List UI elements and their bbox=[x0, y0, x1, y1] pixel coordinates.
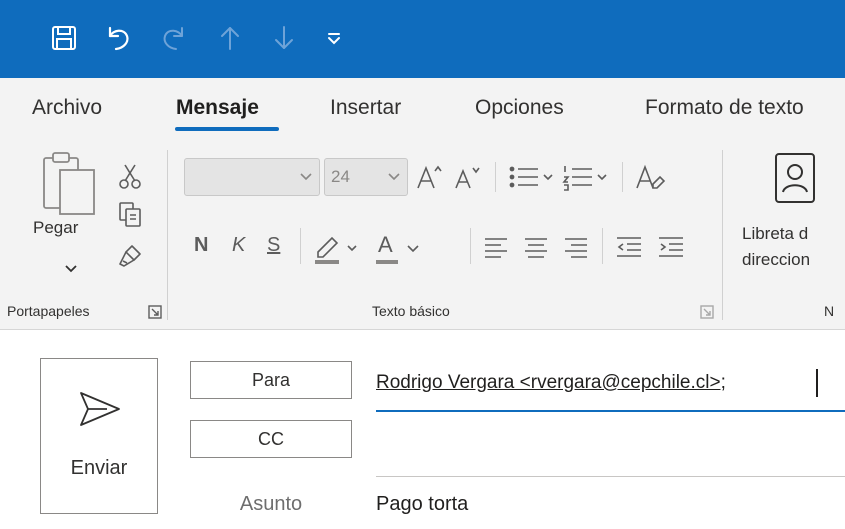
align-right-icon[interactable] bbox=[558, 228, 594, 268]
decrease-indent-icon[interactable] bbox=[610, 228, 648, 268]
address-book-label-line-1: Libreta d bbox=[742, 224, 809, 243]
save-icon[interactable] bbox=[44, 18, 84, 58]
align-left-icon[interactable] bbox=[478, 228, 514, 268]
tab-mensaje[interactable]: Mensaje bbox=[176, 96, 259, 120]
increase-indent-icon[interactable] bbox=[652, 228, 690, 268]
separator bbox=[495, 162, 496, 192]
address-book-label-line-2: direccion bbox=[742, 250, 811, 269]
font-color-letter: A bbox=[378, 232, 393, 257]
align-center-icon[interactable] bbox=[518, 228, 554, 268]
send-button[interactable]: Enviar bbox=[40, 358, 158, 514]
separator bbox=[602, 228, 603, 264]
send-label: Enviar bbox=[70, 457, 128, 479]
group-separator bbox=[167, 150, 168, 320]
down-arrow-icon[interactable] bbox=[264, 18, 304, 58]
up-arrow-icon[interactable] bbox=[210, 18, 250, 58]
title-bar bbox=[0, 0, 845, 78]
basic-text-group-label: Texto básico bbox=[372, 303, 450, 319]
highlight-icon[interactable] bbox=[310, 228, 370, 268]
clear-formatting-icon[interactable] bbox=[630, 160, 670, 194]
tab-formato-de-texto[interactable]: Formato de texto bbox=[645, 96, 804, 120]
to-field[interactable]: Rodrigo Vergara <rvergara@cepchile.cl>; bbox=[376, 372, 726, 394]
numbering-icon[interactable] bbox=[560, 160, 616, 194]
names-group-label: N bbox=[824, 303, 835, 319]
cut-icon[interactable] bbox=[114, 160, 146, 192]
clipboard-group-label: Portapapeles bbox=[7, 303, 90, 319]
font-size-value: 24 bbox=[331, 167, 350, 186]
group-separator bbox=[722, 150, 723, 320]
paste-button[interactable] bbox=[36, 148, 106, 276]
customize-icon[interactable] bbox=[314, 18, 354, 58]
subject-label: Asunto bbox=[239, 493, 303, 515]
separator bbox=[622, 162, 623, 192]
tab-archivo[interactable]: Archivo bbox=[32, 96, 102, 120]
to-button[interactable]: Para bbox=[190, 361, 352, 399]
separator bbox=[300, 228, 301, 264]
address-book-label[interactable]: Libreta d direccion bbox=[742, 221, 810, 273]
underline-button[interactable]: S bbox=[267, 234, 280, 257]
cc-field-underline bbox=[376, 476, 845, 477]
text-caret bbox=[816, 369, 818, 397]
address-book-icon[interactable] bbox=[768, 148, 822, 208]
active-tab-indicator bbox=[175, 127, 279, 131]
clipboard-launcher-icon[interactable] bbox=[148, 305, 162, 319]
font-color-button[interactable]: A bbox=[370, 228, 426, 268]
font-name-combo[interactable] bbox=[184, 158, 320, 196]
tab-insertar[interactable]: Insertar bbox=[330, 96, 401, 120]
basic-text-launcher-icon[interactable] bbox=[700, 305, 714, 319]
ribbon-tabs: Archivo Mensaje Insertar Opciones Format… bbox=[0, 78, 845, 138]
italic-button[interactable]: K bbox=[232, 234, 245, 257]
paste-label: Pegar bbox=[33, 218, 79, 237]
shrink-font-icon[interactable] bbox=[450, 160, 484, 194]
cc-button[interactable]: CC bbox=[190, 420, 352, 458]
format-painter-icon[interactable] bbox=[114, 240, 146, 272]
copy-icon[interactable] bbox=[114, 198, 146, 230]
grow-font-icon[interactable] bbox=[412, 160, 446, 194]
bullets-icon[interactable] bbox=[506, 160, 562, 194]
to-field-underline bbox=[376, 410, 845, 412]
font-size-combo[interactable]: 24 bbox=[324, 158, 408, 196]
subject-field[interactable]: Pago torta bbox=[376, 493, 468, 516]
separator bbox=[470, 228, 471, 264]
cc-field[interactable] bbox=[376, 420, 845, 460]
font-color-swatch bbox=[376, 260, 398, 264]
tab-opciones[interactable]: Opciones bbox=[475, 96, 564, 120]
undo-icon[interactable] bbox=[98, 18, 138, 58]
redo-icon[interactable] bbox=[154, 18, 194, 58]
bold-button[interactable]: N bbox=[194, 234, 208, 257]
